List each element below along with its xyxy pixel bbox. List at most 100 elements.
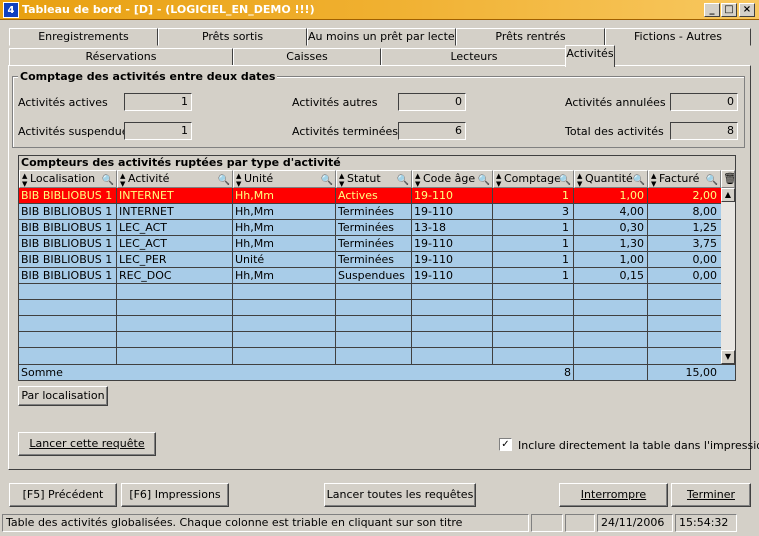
column-header-quantite[interactable]: ▲ ▼ Quantité 🔍: [574, 170, 648, 188]
cell-unite: Hh,Mm: [235, 189, 274, 202]
search-icon[interactable]: 🔍: [102, 173, 114, 187]
cell-quantite: 1,00: [619, 189, 645, 202]
cell-comptage: 1: [562, 237, 569, 250]
title-bar[interactable]: 4 Tableau de bord - [D] - (LOGICIEL_EN_D…: [0, 0, 759, 20]
cell-code-age: 19-110: [414, 253, 453, 266]
tab-reservations[interactable]: Réservations: [9, 48, 233, 66]
minimize-button[interactable]: _: [704, 3, 720, 17]
tab-enregistrements[interactable]: Enregistrements: [9, 28, 158, 46]
cell-localisation: BIB BIBLIOBUS 1: [21, 253, 113, 266]
inclure-label: Inclure directement la table dans l'impr…: [518, 439, 759, 452]
cell-activite: INTERNET: [119, 189, 174, 202]
cell-statut: Terminées: [338, 237, 394, 250]
tab-fictions-autres[interactable]: Fictions - Autres: [605, 28, 751, 46]
cell-localisation: BIB BIBLIOBUS 1: [21, 237, 113, 250]
tab-prets-sortis[interactable]: Prêts sortis: [158, 28, 307, 46]
status-pane-empty: [565, 514, 595, 532]
maximize-button[interactable]: □: [721, 3, 737, 17]
table-row-empty: [19, 300, 721, 316]
sum-row: Somme 8 15,00: [19, 364, 735, 380]
sort-icon: ▲ ▼: [415, 172, 421, 188]
lancer-requete-button[interactable]: Lancer cette requête: [18, 432, 156, 456]
search-icon[interactable]: 🔍: [633, 173, 645, 187]
search-icon[interactable]: 🔍: [706, 173, 718, 187]
cell-facture: 8,00: [692, 205, 718, 218]
counts-group-title: Comptage des activités entre deux dates: [18, 70, 278, 83]
sort-icon: ▲ ▼: [339, 172, 345, 188]
cell-activite: REC_DOC: [119, 269, 172, 282]
autres-value: 0: [398, 93, 466, 111]
cell-localisation: BIB BIBLIOBUS 1: [21, 205, 113, 218]
sort-icon: ▲ ▼: [496, 172, 502, 188]
close-button[interactable]: ×: [739, 3, 755, 17]
cell-code-age: 19-110: [414, 269, 453, 282]
impressions-button[interactable]: [F6] Impressions: [121, 483, 229, 507]
status-pane-empty: [531, 514, 563, 532]
sum-comptage: 8: [564, 366, 571, 379]
sort-icon: ▲ ▼: [120, 172, 126, 188]
annulees-value: 0: [670, 93, 738, 111]
activities-table[interactable]: Compteurs des activités ruptées par type…: [18, 155, 736, 381]
scroll-down-icon[interactable]: ▼: [721, 350, 735, 364]
tab-au-moins-un-pret[interactable]: Au moins un prêt par lecteur: [307, 28, 456, 46]
search-icon[interactable]: 🔍: [321, 173, 333, 187]
search-icon[interactable]: 🔍: [218, 173, 230, 187]
autres-label: Activités autres: [292, 96, 378, 109]
cell-facture: 0,00: [692, 253, 718, 266]
table-row-empty: [19, 332, 721, 348]
trash-icon[interactable]: 🗑: [721, 170, 735, 188]
app-icon: 4: [3, 2, 19, 18]
tab-lecteurs[interactable]: Lecteurs: [381, 48, 567, 66]
search-icon[interactable]: 🔍: [559, 173, 571, 187]
cell-quantite: 0,30: [619, 221, 645, 234]
sort-icon: ▲ ▼: [236, 172, 242, 188]
lancer-toutes-button[interactable]: Lancer toutes les requêtes: [324, 483, 476, 507]
column-header-localisation[interactable]: ▲ ▼ Localisation 🔍: [19, 170, 117, 188]
column-header-facture[interactable]: ▲ ▼ Facturé 🔍: [648, 170, 721, 188]
cell-comptage: 1: [562, 221, 569, 234]
cell-comptage: 1: [562, 189, 569, 202]
terminer-button[interactable]: Terminer: [671, 483, 751, 507]
column-header-unite[interactable]: ▲ ▼ Unité 🔍: [233, 170, 336, 188]
column-header-comptage[interactable]: ▲ ▼ Comptage 🔍: [493, 170, 574, 188]
tab-caisses[interactable]: Caisses: [233, 48, 381, 66]
search-icon[interactable]: 🔍: [397, 173, 409, 187]
table-row-empty: [19, 316, 721, 332]
cell-comptage: 1: [562, 269, 569, 282]
cell-unite: Hh,Mm: [235, 205, 274, 218]
cell-facture: 1,25: [692, 221, 718, 234]
cell-localisation: BIB BIBLIOBUS 1: [21, 221, 113, 234]
terminees-label: Activités terminées: [292, 125, 399, 138]
status-date: 24/11/2006: [597, 514, 673, 532]
total-value: 8: [670, 122, 738, 140]
cell-quantite: 1,30: [619, 237, 645, 250]
sort-icon: ▲ ▼: [651, 172, 657, 188]
cell-code-age: 13-18: [414, 221, 446, 234]
search-icon[interactable]: 🔍: [478, 173, 490, 187]
inclure-checkbox[interactable]: ✓: [499, 438, 512, 451]
sum-facture: 15,00: [685, 366, 718, 379]
cell-code-age: 19-110: [414, 205, 453, 218]
precedent-button[interactable]: [F5] Précédent: [9, 483, 117, 507]
suspendues-value: 1: [124, 122, 192, 140]
status-bar: Table des activités globalisées. Chaque …: [0, 514, 759, 536]
interrompre-button[interactable]: Interrompre: [559, 483, 668, 507]
vertical-scrollbar[interactable]: ▲ ▼: [721, 188, 735, 364]
tab-prets-rentres[interactable]: Prêts rentrés: [456, 28, 605, 46]
table-row-empty: [19, 348, 721, 364]
column-header-statut[interactable]: ▲ ▼ Statut 🔍: [336, 170, 412, 188]
cell-code-age: 19-110: [414, 237, 453, 250]
cell-unite: Hh,Mm: [235, 221, 274, 234]
cell-activite: INTERNET: [119, 205, 174, 218]
cell-quantite: 1,00: [619, 253, 645, 266]
scroll-up-icon[interactable]: ▲: [721, 188, 735, 202]
sum-label: Somme: [21, 366, 63, 379]
cell-comptage: 1: [562, 253, 569, 266]
par-localisation-button[interactable]: Par localisation: [18, 386, 108, 406]
cell-comptage: 3: [562, 205, 569, 218]
column-header-activite[interactable]: ▲ ▼ Activité 🔍: [117, 170, 233, 188]
cell-facture: 0,00: [692, 269, 718, 282]
tab-activites[interactable]: Activités: [565, 45, 615, 67]
column-header-code-age[interactable]: ▲ ▼ Code âge 🔍: [412, 170, 493, 188]
cell-statut: Terminées: [338, 221, 394, 234]
